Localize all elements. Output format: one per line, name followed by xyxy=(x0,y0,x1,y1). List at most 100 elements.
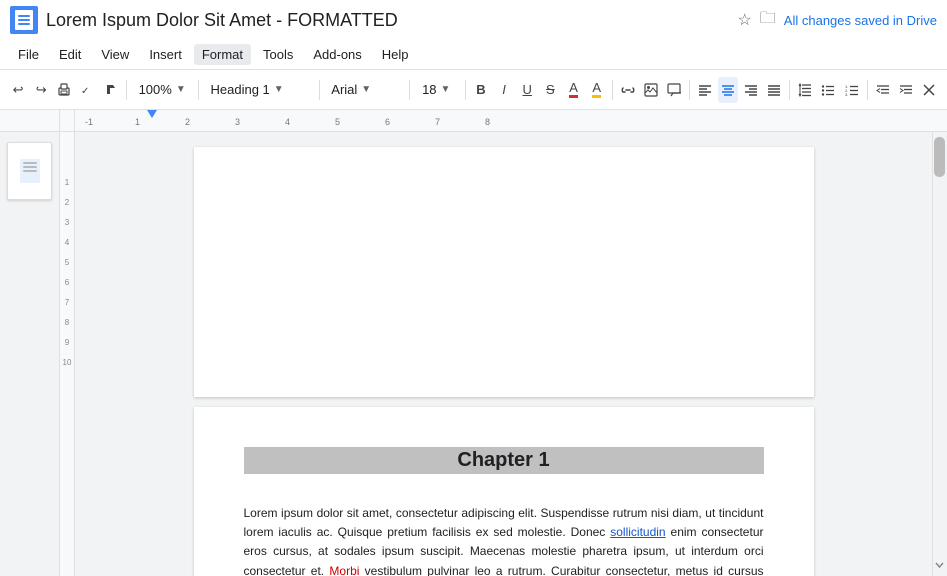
ruler-scroll-spacer xyxy=(932,110,947,131)
chapter-title-wrapper: Chapter 1 xyxy=(244,447,764,490)
ruler-tick: 3 xyxy=(235,117,240,127)
right-scrollbar[interactable] xyxy=(932,132,947,576)
align-center-button[interactable] xyxy=(718,77,738,103)
vruler-mark: 4 xyxy=(65,232,69,252)
highlight-button[interactable]: A xyxy=(587,77,607,103)
thumbnail-line xyxy=(23,162,37,164)
bullets-button[interactable] xyxy=(818,77,838,103)
link-sollicitudin[interactable]: sollicitudin xyxy=(610,525,665,539)
separator xyxy=(409,80,410,100)
font-value: Arial xyxy=(331,82,357,97)
decrease-indent-button[interactable] xyxy=(872,77,892,103)
ruler-tick: 6 xyxy=(385,117,390,127)
paragraph-1[interactable]: Lorem ipsum dolor sit amet, consectetur … xyxy=(244,504,764,576)
menu-addons[interactable]: Add-ons xyxy=(305,44,369,65)
underline-button[interactable]: U xyxy=(517,77,537,103)
star-icon[interactable]: ☆ xyxy=(737,10,751,30)
link-morbi[interactable]: Morbi xyxy=(329,564,359,576)
menu-bar: File Edit View Insert Format Tools Add-o… xyxy=(0,40,947,70)
menu-edit[interactable]: Edit xyxy=(51,44,89,65)
ruler-vruler-spacer xyxy=(60,110,75,131)
redo-button[interactable]: ↪ xyxy=(31,77,51,103)
comment-button[interactable] xyxy=(664,77,684,103)
zoom-dropdown[interactable]: 100% ▼ xyxy=(132,76,193,104)
menu-view[interactable]: View xyxy=(93,44,137,65)
print-button[interactable] xyxy=(54,77,74,103)
chapter-title: Chapter 1 xyxy=(244,447,764,474)
thumbnail-icon xyxy=(20,159,40,183)
undo-button[interactable]: ↩ xyxy=(8,77,28,103)
toolbar: ↩ ↪ ✓ 100% ▼ Heading 1 ▼ Arial ▼ 18 ▼ B … xyxy=(0,70,947,110)
clear-formatting-button[interactable] xyxy=(919,77,939,103)
doc-icon-line xyxy=(18,15,30,17)
menu-insert[interactable]: Insert xyxy=(141,44,190,65)
svg-text:✓: ✓ xyxy=(81,86,89,97)
style-dropdown[interactable]: Heading 1 ▼ xyxy=(204,76,314,104)
bold-button[interactable]: B xyxy=(471,77,491,103)
separator xyxy=(689,80,690,100)
vruler-mark: 6 xyxy=(65,272,69,292)
title-bar: Lorem Ispum Dolor Sit Amet - FORMATTED ☆… xyxy=(0,0,947,40)
vruler-mark: 10 xyxy=(63,352,72,372)
link-button[interactable] xyxy=(618,77,638,103)
increase-indent-button[interactable] xyxy=(896,77,916,103)
ruler-tick: 8 xyxy=(485,117,490,127)
menu-tools[interactable]: Tools xyxy=(255,44,301,65)
scroll-thumb[interactable] xyxy=(934,137,945,177)
numbered-list-button[interactable]: 1.2.3. xyxy=(842,77,862,103)
separator xyxy=(198,80,199,100)
app-icon xyxy=(10,6,38,34)
menu-help[interactable]: Help xyxy=(374,44,417,65)
style-value: Heading 1 xyxy=(211,82,270,97)
vruler-mark: 7 xyxy=(65,292,69,312)
text-color-label: A xyxy=(569,81,578,98)
paintformat-button[interactable] xyxy=(101,77,121,103)
font-size-value: 18 xyxy=(422,82,436,97)
font-arrow: ▼ xyxy=(361,84,371,95)
ruler-tick: 1 xyxy=(135,117,140,127)
align-left-button[interactable] xyxy=(695,77,715,103)
ruler-tick: 7 xyxy=(435,117,440,127)
vruler-mark: 9 xyxy=(65,332,69,352)
svg-text:3.: 3. xyxy=(845,92,848,96)
align-right-button[interactable] xyxy=(741,77,761,103)
spellcheck-button[interactable]: ✓ xyxy=(77,77,97,103)
document-area[interactable]: Chapter 1 Lorem ipsum dolor sit amet, co… xyxy=(75,132,932,576)
line-spacing-button[interactable] xyxy=(795,77,815,103)
separator xyxy=(789,80,790,100)
separator xyxy=(867,80,868,100)
vertical-ruler: 1 2 3 4 5 6 7 8 9 10 xyxy=(60,132,75,576)
align-justify-button[interactable] xyxy=(764,77,784,103)
folder-icon[interactable]: 🗀 xyxy=(760,7,776,34)
doc-icon-lines xyxy=(15,10,33,30)
scroll-arrow-down[interactable] xyxy=(934,559,945,571)
zoom-value: 100% xyxy=(139,82,172,97)
vruler-mark: 1 xyxy=(65,172,69,192)
separator xyxy=(465,80,466,100)
thumbnail-line xyxy=(23,166,37,168)
vruler-mark: 2 xyxy=(65,192,69,212)
ruler-tick: 2 xyxy=(185,117,190,127)
strikethrough-button[interactable]: S xyxy=(540,77,560,103)
page-1 xyxy=(194,147,814,397)
zoom-arrow: ▼ xyxy=(176,84,186,95)
ruler-marker-triangle xyxy=(147,110,157,118)
font-dropdown[interactable]: Arial ▼ xyxy=(324,76,404,104)
horizontal-ruler: -1 1 2 3 4 5 6 7 8 xyxy=(75,110,932,132)
separator xyxy=(319,80,320,100)
menu-file[interactable]: File xyxy=(10,44,47,65)
saved-status: All changes saved in Drive xyxy=(784,13,937,28)
page-2[interactable]: Chapter 1 Lorem ipsum dolor sit amet, co… xyxy=(194,407,814,576)
ruler-sidebar-spacer xyxy=(0,110,60,131)
italic-button[interactable]: I xyxy=(494,77,514,103)
image-button[interactable] xyxy=(641,77,661,103)
text-color-button[interactable]: A xyxy=(563,77,583,103)
ruler-tick: -1 xyxy=(85,117,93,127)
document-title: Lorem Ispum Dolor Sit Amet - FORMATTED xyxy=(46,10,729,31)
doc-icon-line xyxy=(18,23,30,25)
doc-icon-line xyxy=(18,19,30,21)
thumbnail-line xyxy=(23,170,37,172)
menu-format[interactable]: Format xyxy=(194,44,251,65)
font-size-dropdown[interactable]: 18 ▼ xyxy=(415,76,460,104)
page-thumbnail-1[interactable] xyxy=(7,142,52,200)
